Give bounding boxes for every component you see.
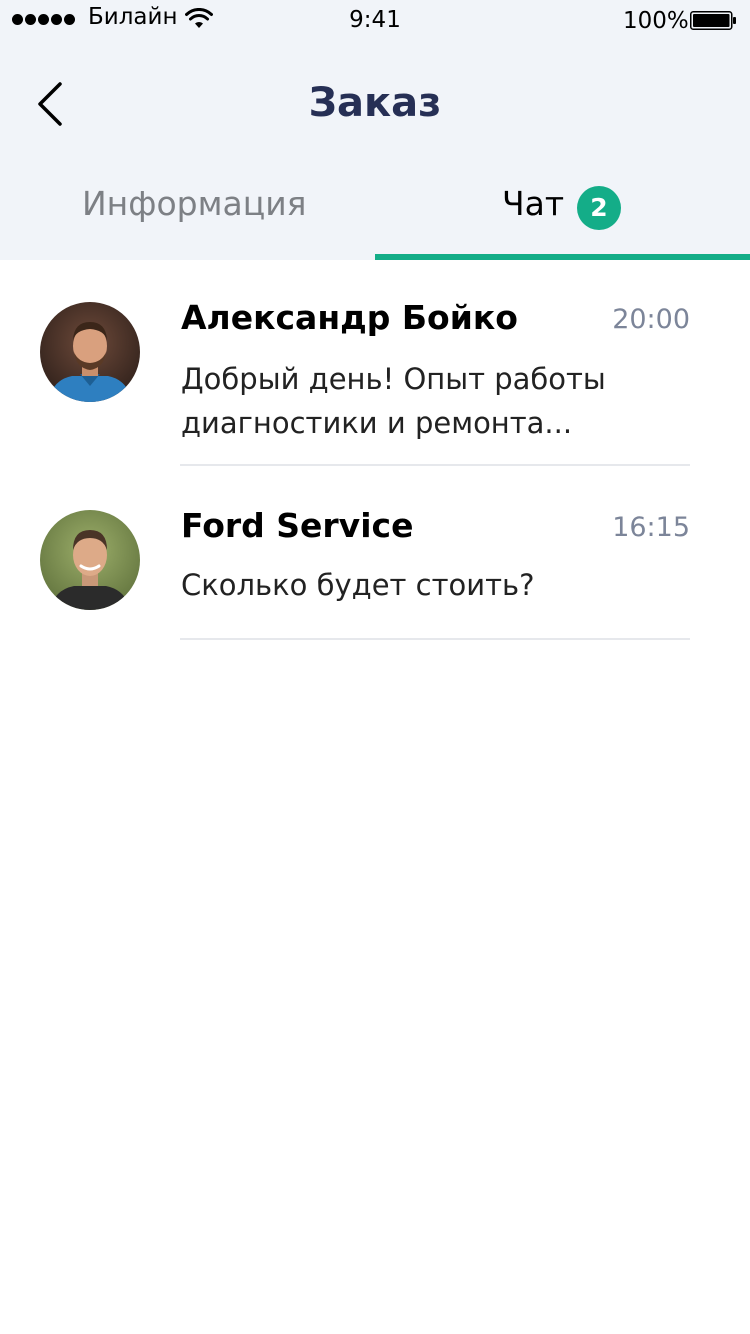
tab-chat[interactable]: Чат 2 (375, 160, 750, 260)
chat-timestamp: 20:00 (612, 304, 690, 335)
status-bar: Билайн 9:41 100% (0, 0, 750, 40)
avatar-photo (40, 510, 140, 610)
tab-information-label: Информация (82, 184, 307, 223)
avatar (40, 302, 140, 402)
battery-icon (690, 11, 736, 30)
chat-list-item[interactable]: Ford Service 16:15 Сколько будет стоить? (0, 466, 750, 640)
chat-last-message: Добрый день! Опыт работы диагностики и р… (181, 362, 606, 440)
chat-contact-name: Александр Бойко (181, 298, 518, 337)
tab-information[interactable]: Информация (0, 160, 375, 260)
tab-chat-label: Чат (502, 184, 565, 223)
unread-count-badge: 2 (577, 186, 621, 230)
chat-list-item[interactable]: Александр Бойко 20:00 Добрый день! Опыт … (0, 260, 750, 466)
divider (180, 638, 690, 640)
avatar (40, 510, 140, 610)
avatar-photo (40, 302, 140, 402)
page-title: Заказ (308, 80, 442, 126)
header: Билайн 9:41 100% Заказ Информация Чат 2 (0, 0, 750, 260)
battery-percentage: 100% (623, 8, 689, 34)
chat-timestamp: 16:15 (612, 512, 690, 543)
chat-contact-name: Ford Service (181, 506, 414, 545)
chat-last-message: Сколько будет стоить? (181, 568, 535, 602)
